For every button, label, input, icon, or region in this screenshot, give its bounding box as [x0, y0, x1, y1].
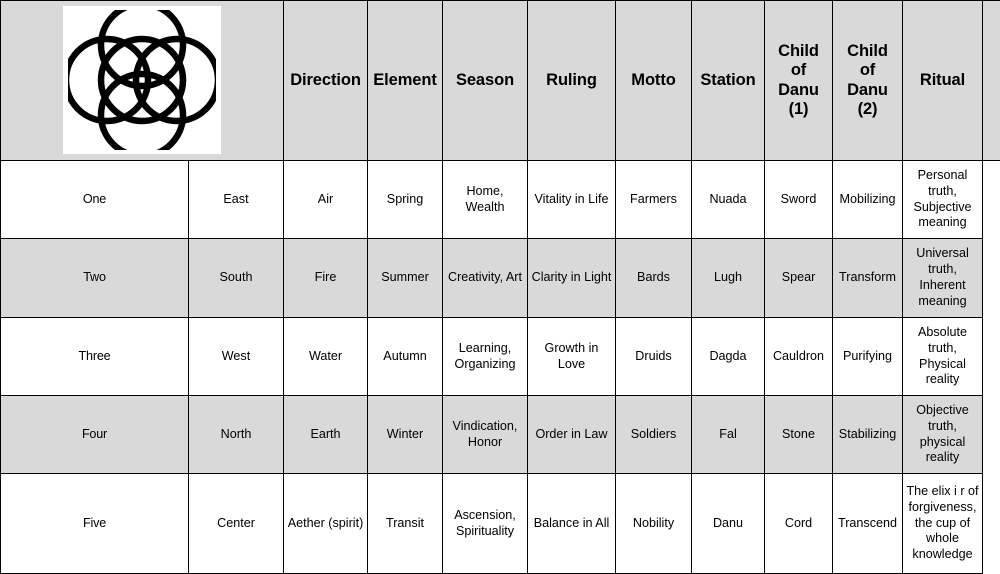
cell-station: Farmers — [616, 161, 692, 239]
table-row: Two South Fire Summer Creativity, Art Cl… — [1, 239, 1000, 318]
cell-cup-of-truth: Objective truth, physical reality — [903, 396, 983, 474]
cell-direction: Center — [189, 474, 284, 574]
table-row: One East Air Spring Home, Wealth Vitalit… — [1, 161, 1000, 239]
cell-direction: West — [189, 318, 284, 396]
cell-ruling: Creativity, Art — [443, 239, 528, 318]
cell-season: Winter — [368, 396, 443, 474]
cell-motto: Balance in All — [528, 474, 616, 574]
header-line: of — [791, 61, 806, 79]
column-header-motto: Motto — [616, 1, 692, 161]
column-header-child-of-danu-1: Child of Danu (1) — [765, 1, 833, 161]
table-row: Five Center Aether (spirit) Transit Asce… — [1, 474, 1000, 574]
cell-element: Aether (spirit) — [284, 474, 368, 574]
cell-station: Soldiers — [616, 396, 692, 474]
cell-ritual: Purifying — [833, 318, 903, 396]
cell-child-of-danu-2: Cauldron — [765, 318, 833, 396]
column-header-direction: Direction — [284, 1, 368, 161]
header-line: Danu — [778, 81, 819, 99]
column-header-station: Station — [692, 1, 765, 161]
five-circles-logo — [63, 6, 221, 154]
column-header-element: Element — [368, 1, 443, 161]
cell-ruling: Home, Wealth — [443, 161, 528, 239]
header-line: Season — [456, 71, 514, 89]
cell-season: Autumn — [368, 318, 443, 396]
cell-motto: Clarity in Light — [528, 239, 616, 318]
cell-child-of-danu-1: Dagda — [692, 318, 765, 396]
column-header-ritual: Ritual — [903, 1, 983, 161]
row-label: Two — [1, 239, 189, 318]
header-line: Ritual — [920, 71, 965, 89]
cell-child-of-danu-2: Sword — [765, 161, 833, 239]
cell-child-of-danu-1: Fal — [692, 396, 765, 474]
header-line: (1) — [789, 100, 809, 118]
header-line: Danu — [847, 81, 888, 99]
row-label: Five — [1, 474, 189, 574]
cell-child-of-danu-1: Lugh — [692, 239, 765, 318]
cell-element: Fire — [284, 239, 368, 318]
header-line: Child — [847, 42, 888, 60]
cell-child-of-danu-2: Spear — [765, 239, 833, 318]
header-line: Motto — [631, 71, 675, 89]
cell-motto: Vitality in Life — [528, 161, 616, 239]
header-line: Element — [373, 71, 437, 89]
cell-season: Transit — [368, 474, 443, 574]
five-circles-icon — [68, 10, 216, 150]
column-header-ruling: Ruling — [528, 1, 616, 161]
table-body: One East Air Spring Home, Wealth Vitalit… — [1, 161, 1000, 574]
cell-ritual: Mobilizing — [833, 161, 903, 239]
table-row: Four North Earth Winter Vindication, Hon… — [1, 396, 1000, 474]
table-header-row: Direction Element Season Ruling Motto St… — [1, 1, 1000, 161]
cell-element: Air — [284, 161, 368, 239]
cell-season: Summer — [368, 239, 443, 318]
header-line: Child — [778, 42, 819, 60]
cell-station: Bards — [616, 239, 692, 318]
cell-child-of-danu-2: Cord — [765, 474, 833, 574]
cell-child-of-danu-2: Stone — [765, 396, 833, 474]
cell-direction: North — [189, 396, 284, 474]
cell-station: Druids — [616, 318, 692, 396]
logo-cell — [1, 1, 284, 161]
header-line: Direction — [290, 71, 361, 89]
cell-motto: Order in Law — [528, 396, 616, 474]
cell-season: Spring — [368, 161, 443, 239]
spreadsheet-table-container: Direction Element Season Ruling Motto St… — [0, 0, 1000, 570]
cell-cup-of-truth: Absolute truth, Physical reality — [903, 318, 983, 396]
cell-ruling: Ascension, Spirituality — [443, 474, 528, 574]
cell-child-of-danu-1: Nuada — [692, 161, 765, 239]
header-line: Ruling — [546, 71, 597, 89]
cell-ritual: Transform — [833, 239, 903, 318]
cell-direction: South — [189, 239, 284, 318]
header-line: Station — [700, 71, 755, 89]
column-header-season: Season — [443, 1, 528, 161]
column-header-child-of-danu-2: Child of Danu (2) — [833, 1, 903, 161]
cell-child-of-danu-1: Danu — [692, 474, 765, 574]
row-label: Three — [1, 318, 189, 396]
cell-motto: Growth in Love — [528, 318, 616, 396]
cell-element: Earth — [284, 396, 368, 474]
cell-ruling: Vindication, Honor — [443, 396, 528, 474]
row-label: One — [1, 161, 189, 239]
cell-cup-of-truth: Universal truth, Inherent meaning — [903, 239, 983, 318]
correspondence-table: Direction Element Season Ruling Motto St… — [0, 0, 1000, 574]
cell-ritual: Stabilizing — [833, 396, 903, 474]
cell-ritual: Transcend — [833, 474, 903, 574]
row-label: Four — [1, 396, 189, 474]
column-header-cup-of-truth: Cup of Truth — [983, 1, 1000, 161]
cell-element: Water — [284, 318, 368, 396]
cell-cup-of-truth: Personal truth, Subjective meaning — [903, 161, 983, 239]
cell-ruling: Learning, Organizing — [443, 318, 528, 396]
cell-direction: East — [189, 161, 284, 239]
cell-cup-of-truth: The elix i r of forgiveness, the cup of … — [903, 474, 983, 574]
header-line: (2) — [858, 100, 878, 118]
table-row: Three West Water Autumn Learning, Organi… — [1, 318, 1000, 396]
cell-station: Nobility — [616, 474, 692, 574]
header-line: of — [860, 61, 875, 79]
